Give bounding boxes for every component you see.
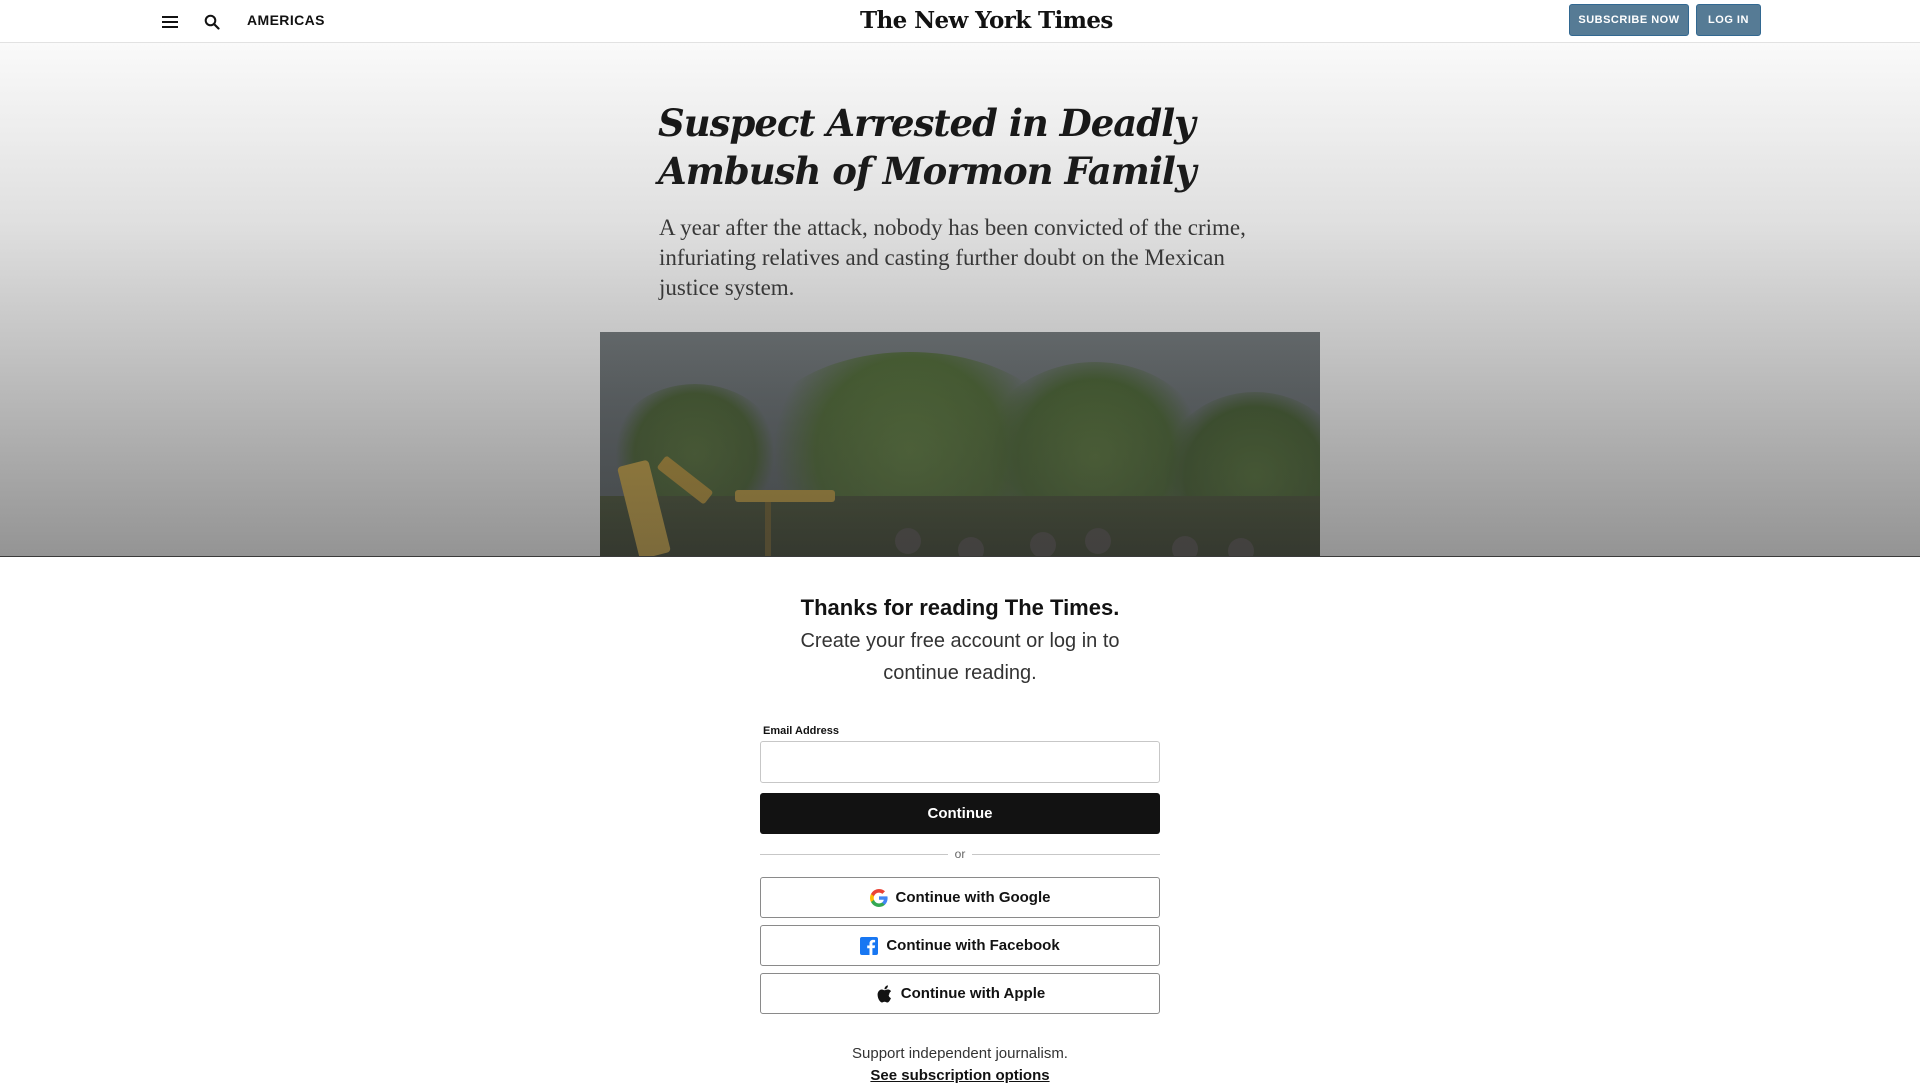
or-divider: or — [760, 846, 1160, 862]
see-subscription-options-link[interactable]: See subscription options — [760, 1067, 1160, 1084]
photo-person — [895, 528, 921, 554]
photo-tractor-canopy — [735, 490, 835, 502]
hamburger-menu-icon[interactable] — [158, 10, 182, 34]
gateway-subtitle: Create your free account or log in to co… — [800, 630, 1120, 684]
article-lead-photo — [600, 332, 1320, 556]
search-icon[interactable] — [200, 10, 224, 34]
google-button-label: Continue with Google — [895, 889, 1051, 906]
support-journalism-text: Support independent journalism. — [852, 1045, 1068, 1062]
email-address-label: Email Address — [763, 725, 840, 737]
photo-person — [958, 537, 984, 556]
facebook-button-label: Continue with Facebook — [886, 937, 1060, 954]
facebook-icon — [860, 936, 879, 955]
continue-with-apple-button[interactable]: Continue with Apple — [760, 973, 1160, 1014]
article-summary: A year after the attack, nobody has been… — [659, 215, 1246, 300]
photo-person — [1030, 532, 1056, 556]
continue-with-facebook-button[interactable]: Continue with Facebook — [760, 925, 1160, 966]
top-navigation-bar: AMERICAS The New York Times SUBSCRIBE NO… — [0, 0, 1920, 43]
apple-button-label: Continue with Apple — [900, 985, 1046, 1002]
photo-person — [1172, 536, 1198, 556]
registration-wall: Thanks for reading The Times. Create you… — [0, 556, 1920, 1084]
continue-button[interactable]: Continue — [760, 793, 1160, 834]
gateway-title: Thanks for reading The Times. — [800, 595, 1120, 620]
section-link-americas[interactable]: AMERICAS — [247, 12, 325, 28]
google-icon — [869, 888, 888, 907]
article-headline: Suspect Arrested in Deadly Ambush of Mor… — [658, 101, 1196, 193]
subscribe-now-button[interactable]: SUBSCRIBE NOW — [1569, 4, 1689, 36]
continue-with-google-button[interactable]: Continue with Google — [760, 877, 1160, 918]
nyt-logo[interactable]: The New York Times — [860, 4, 1113, 38]
article-preview: Suspect Arrested in Deadly Ambush of Mor… — [0, 43, 1920, 556]
divider-text: or — [954, 847, 966, 861]
email-address-input[interactable] — [760, 741, 1160, 783]
log-in-button[interactable]: LOG IN — [1696, 4, 1761, 36]
photo-tractor-post — [765, 502, 771, 556]
photo-person — [1085, 528, 1111, 554]
apple-icon — [875, 984, 893, 1003]
